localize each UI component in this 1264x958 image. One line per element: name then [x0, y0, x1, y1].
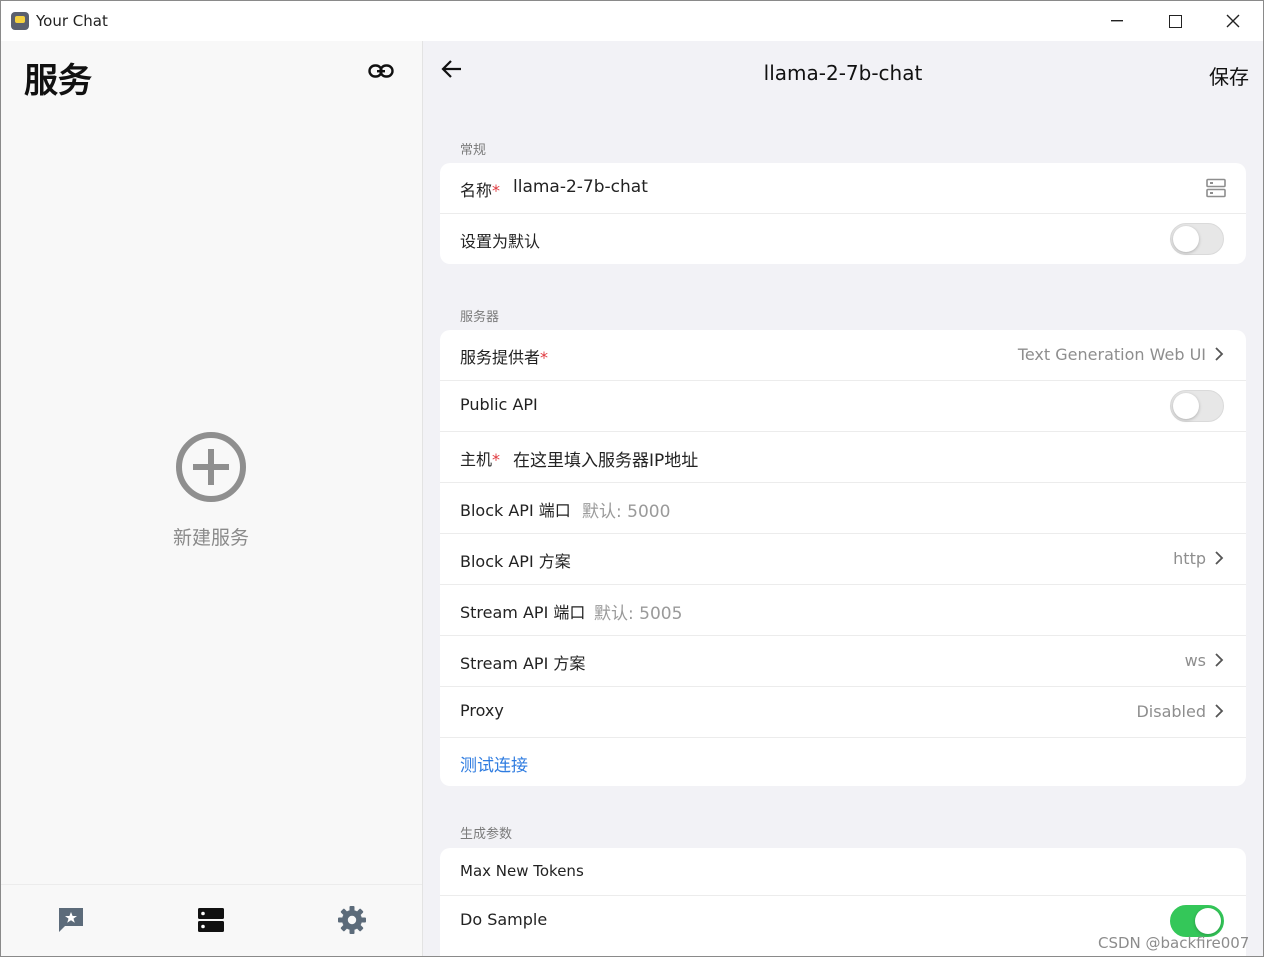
provider-value: Text Generation Web UI: [1017, 345, 1206, 364]
chevron-right-icon: [1215, 653, 1224, 667]
services-sidebar: 服务 新建服务: [1, 41, 423, 956]
test-connection-row: 测试连接: [440, 738, 1246, 786]
chat-star-icon: [59, 908, 83, 932]
block-scheme-row[interactable]: Block API 方案 http: [440, 534, 1246, 585]
provider-row[interactable]: 服务提供者* Text Generation Web UI: [440, 330, 1246, 381]
name-label: 名称*: [460, 181, 501, 200]
link-button[interactable]: [367, 59, 395, 83]
block-port-input[interactable]: 默认: 5000: [582, 497, 670, 522]
section-label-general: 常规: [460, 143, 487, 158]
server-card: 服务提供者* Text Generation Web UI Public API…: [440, 330, 1246, 786]
do-sample-label: Do Sample: [460, 910, 548, 929]
minimize-icon: [1111, 20, 1123, 22]
public-api-row: Public API: [440, 381, 1246, 432]
stream-port-row: Stream API 端口 默认: 5005: [440, 585, 1246, 636]
do-sample-toggle[interactable]: [1170, 905, 1224, 937]
maximize-button[interactable]: [1146, 1, 1204, 41]
set-default-toggle[interactable]: [1170, 223, 1224, 255]
page-title: llama-2-7b-chat: [763, 61, 923, 85]
title-bar: Your Chat: [1, 1, 1263, 41]
block-scheme-value: http: [1173, 549, 1206, 568]
new-service-label: 新建服务: [172, 527, 249, 549]
gear-icon: [338, 906, 366, 934]
back-button[interactable]: [441, 59, 469, 83]
window-title: Your Chat: [36, 12, 108, 30]
chevron-right-icon: [1215, 551, 1224, 565]
proxy-value: Disabled: [1136, 702, 1206, 721]
nav-services-button[interactable]: [194, 903, 228, 937]
stream-scheme-row[interactable]: Stream API 方案 ws: [440, 636, 1246, 687]
add-circle-icon: [175, 431, 247, 503]
close-button[interactable]: [1204, 1, 1262, 41]
provider-label: 服务提供者*: [460, 348, 549, 367]
host-row: 主机* 在这里填入服务器IP地址: [440, 432, 1246, 483]
app-window: Your Chat 服务 新建服务 llama-2-7b-chat 保存 常规 …: [0, 0, 1264, 957]
proxy-row[interactable]: Proxy Disabled: [440, 687, 1246, 738]
block-port-label: Block API 端口: [460, 501, 571, 520]
host-label: 主机*: [460, 450, 501, 469]
proxy-label: Proxy: [460, 701, 504, 720]
save-button[interactable]: 保存: [1209, 61, 1249, 90]
toggle-knob: [1195, 908, 1221, 934]
max-tokens-row[interactable]: Max New Tokens: [440, 848, 1246, 896]
section-label-server: 服务器: [460, 310, 500, 325]
server-icon: [198, 908, 224, 932]
stream-port-label: Stream API 端口: [460, 603, 586, 622]
close-icon: [1226, 14, 1240, 28]
set-default-row: 设置为默认: [440, 214, 1246, 264]
nav-chat-button[interactable]: [54, 903, 88, 937]
stream-scheme-label: Stream API 方案: [460, 654, 586, 673]
watermark: CSDN @backfire007: [1098, 934, 1250, 952]
server-icon[interactable]: [1206, 178, 1226, 198]
toggle-knob: [1173, 226, 1199, 252]
new-service-button[interactable]: 新建服务: [151, 431, 271, 550]
test-connection-link[interactable]: 测试连接: [460, 751, 528, 776]
arrow-left-icon: [441, 60, 461, 78]
section-label-generation: 生成参数: [460, 827, 513, 842]
chevron-right-icon: [1215, 347, 1224, 361]
minimize-button[interactable]: [1088, 1, 1146, 41]
link-icon: [368, 64, 394, 78]
stream-port-input[interactable]: 默认: 5005: [594, 599, 682, 624]
maximize-icon: [1168, 14, 1182, 28]
name-row[interactable]: 名称* llama-2-7b-chat: [440, 163, 1246, 214]
bottom-nav: [1, 884, 422, 956]
service-detail-pane: llama-2-7b-chat 保存 常规 名称* llama-2-7b-cha…: [423, 41, 1263, 956]
stream-scheme-value: ws: [1184, 651, 1206, 670]
public-api-toggle[interactable]: [1170, 390, 1224, 422]
public-api-label: Public API: [460, 395, 538, 414]
sidebar-title: 服务: [24, 61, 92, 101]
toggle-knob: [1173, 393, 1199, 419]
chevron-right-icon: [1215, 704, 1224, 718]
max-tokens-label: Max New Tokens: [460, 862, 584, 880]
host-input[interactable]: 在这里填入服务器IP地址: [513, 446, 698, 471]
app-logo-icon: [11, 12, 29, 30]
set-default-label: 设置为默认: [460, 232, 541, 251]
name-field[interactable]: llama-2-7b-chat: [513, 177, 648, 197]
block-scheme-label: Block API 方案: [460, 552, 571, 571]
block-port-row: Block API 端口 默认: 5000: [440, 483, 1246, 534]
nav-settings-button[interactable]: [335, 903, 369, 937]
general-card: 名称* llama-2-7b-chat 设置为默认: [440, 163, 1246, 264]
